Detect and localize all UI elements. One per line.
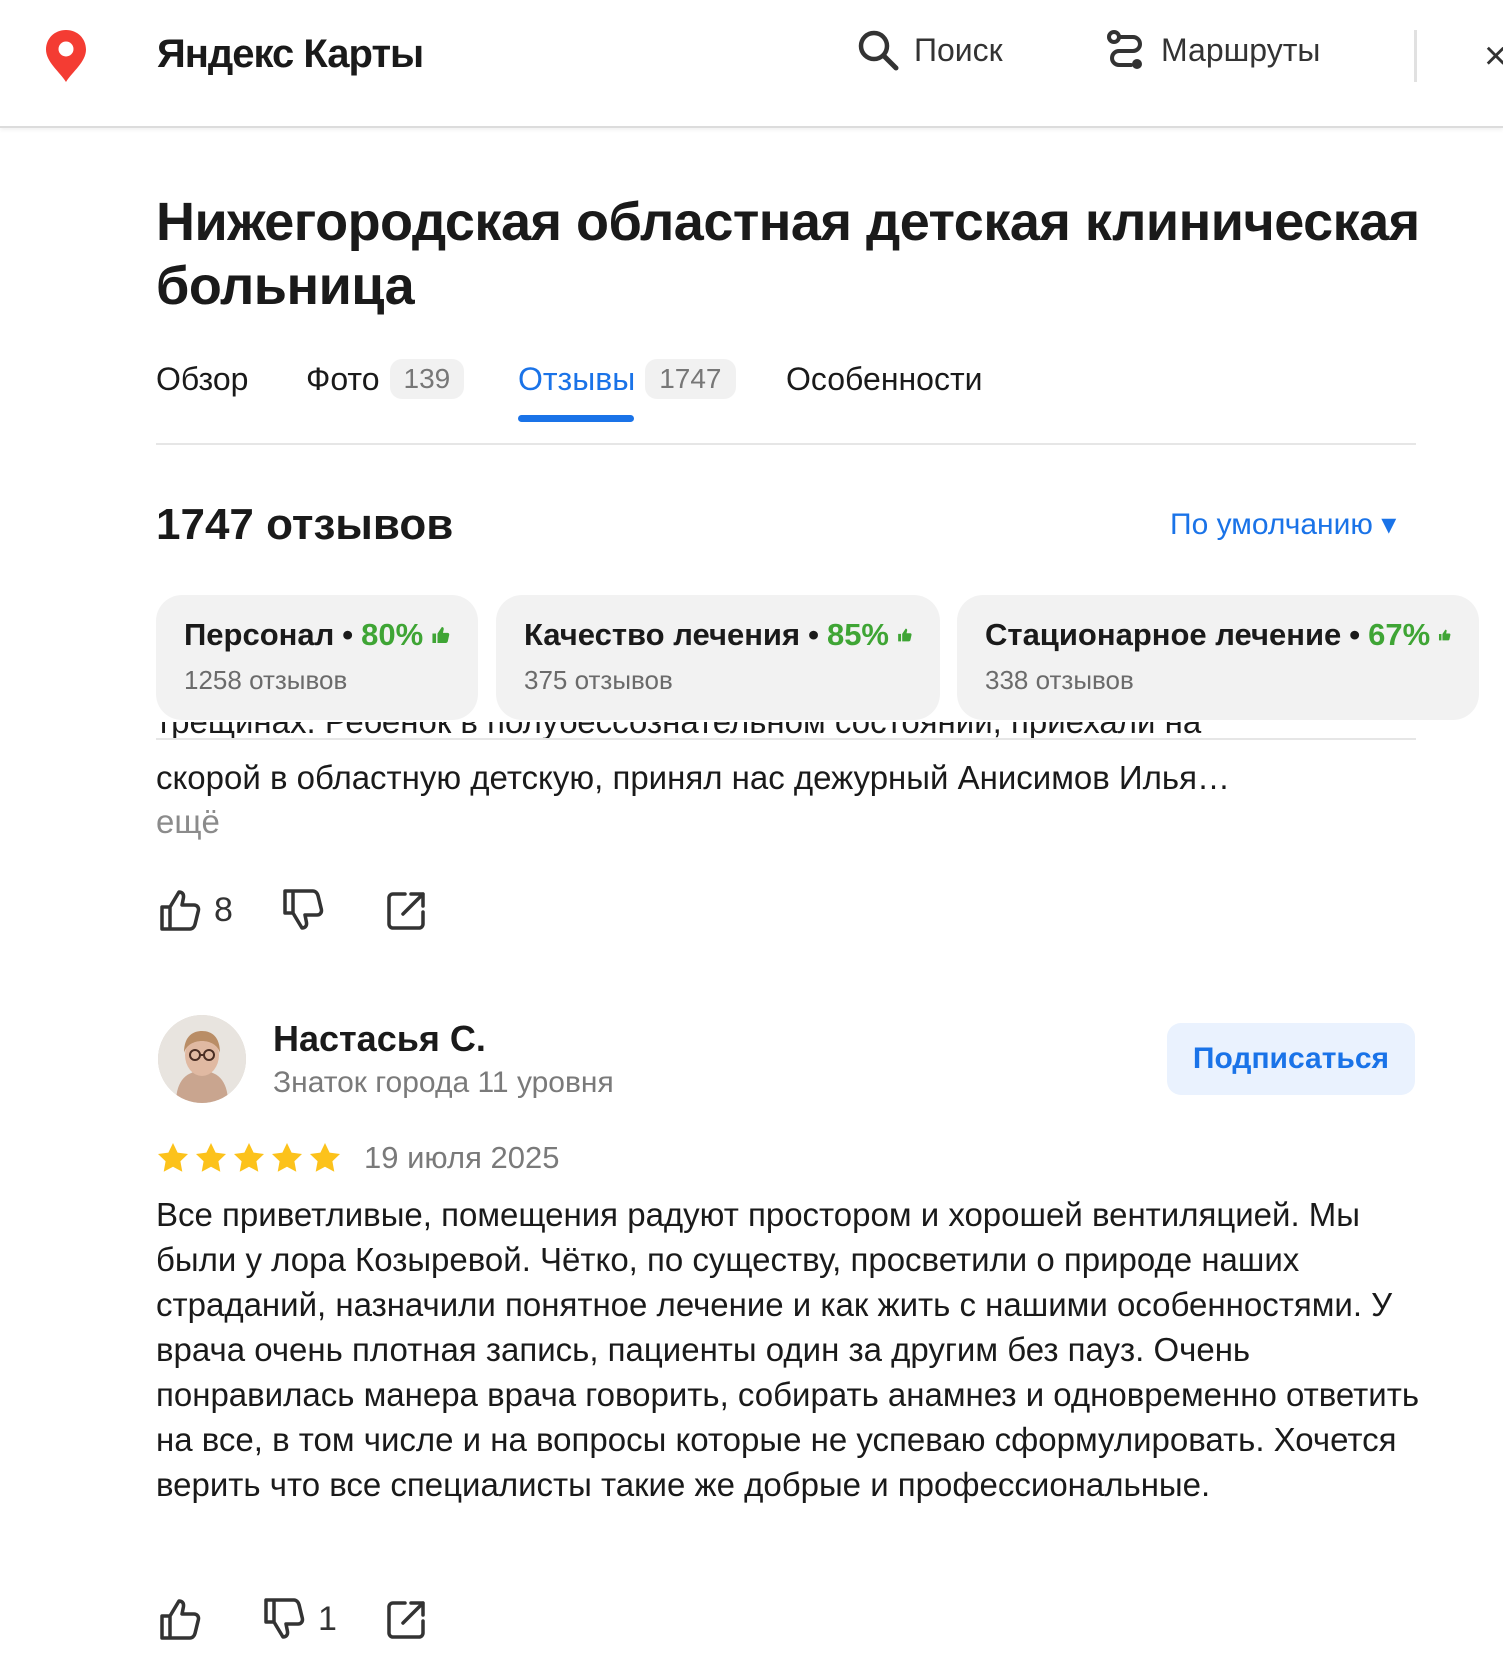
share-icon <box>387 1601 425 1639</box>
nav-divider <box>1414 30 1417 82</box>
sort-dropdown[interactable]: По умолчанию ▾ <box>1170 507 1396 542</box>
separator-dot: • <box>342 617 354 652</box>
share-button[interactable] <box>383 1595 431 1643</box>
routes-label: Маршруты <box>1161 31 1321 68</box>
top-bar: Яндекс Карты Поиск Маршруты × <box>0 0 1503 128</box>
like-button[interactable]: 8 <box>156 886 233 934</box>
search-label: Поиск <box>914 31 1003 68</box>
share-button[interactable] <box>383 886 431 934</box>
show-more-link[interactable]: ещё <box>156 803 220 841</box>
aspect-percent: 85% <box>826 617 889 652</box>
search-icon <box>858 30 899 71</box>
rating-stars <box>156 1141 342 1175</box>
avatar[interactable] <box>158 1015 246 1103</box>
aspect-name: Стационарное лечение <box>985 617 1342 652</box>
review-text: Все приветливые, помещения радуют просто… <box>156 1196 1420 1503</box>
star-icon <box>158 1143 188 1172</box>
aspect-name: Персонал <box>184 617 335 652</box>
aspect-reviews-count: 1258 отзывов <box>184 665 348 695</box>
tab-reviews[interactable]: Отзывы 1747 <box>518 355 736 403</box>
aspect-name: Качество лечения <box>524 617 801 652</box>
tab-label: Отзывы <box>518 360 636 397</box>
aspect-percent: 67% <box>1368 617 1431 652</box>
review-actions: 8 <box>156 885 477 935</box>
aspect-reviews-count: 338 отзывов <box>985 665 1134 695</box>
tab-photo[interactable]: Фото 139 <box>306 355 465 403</box>
aspect-chip-treatment-quality[interactable]: Качество лечения • 85% 375 отзывов <box>496 595 940 720</box>
reviews-count-title: 1747 отзывов <box>156 500 454 549</box>
aspect-reviews-count: 375 отзывов <box>524 665 673 695</box>
tab-label: Обзор <box>156 360 249 397</box>
tab-label: Особенности <box>786 360 983 397</box>
aspect-chip-inpatient[interactable]: Стационарное лечение • 67% 338 отзывов <box>957 595 1479 720</box>
author-name[interactable]: Настасья С. <box>273 1018 486 1060</box>
routes-button[interactable]: Маршруты <box>1105 28 1320 72</box>
tab-features[interactable]: Особенности <box>786 355 982 403</box>
star-icon <box>196 1143 226 1172</box>
tab-label: Фото <box>306 360 380 397</box>
search-button[interactable]: Поиск <box>856 28 1003 72</box>
separator-dot: • <box>808 617 819 652</box>
brand-title[interactable]: Яндекс Карты <box>157 32 424 77</box>
organization-title: Нижегородская областная детская клиничес… <box>156 192 1420 316</box>
divider <box>156 738 1416 740</box>
dislike-count: 1 <box>318 1599 337 1638</box>
dislike-button[interactable] <box>279 886 337 934</box>
aspect-chip-staff[interactable]: Персонал • 80% 1258 отзывов <box>156 595 478 720</box>
maps-pin-logo-icon[interactable] <box>42 28 90 84</box>
route-icon <box>1107 30 1142 69</box>
thumbs-up-icon <box>160 1599 201 1640</box>
star-icon <box>234 1143 264 1172</box>
aspect-percent: 80% <box>361 617 424 652</box>
star-icon <box>272 1143 302 1172</box>
review-date: 19 июля 2025 <box>364 1140 560 1175</box>
thumbs-up-icon <box>432 627 450 643</box>
like-count: 8 <box>214 890 233 929</box>
like-button[interactable] <box>156 1595 214 1643</box>
tabs-bar: Обзор Фото 139 Отзывы 1747 Особенности <box>156 355 1416 445</box>
thumbs-down-icon <box>283 889 324 930</box>
tab-count-badge: 139 <box>389 359 465 399</box>
review-text: скорой в областную детскую, принял нас д… <box>156 759 1230 796</box>
review-actions: 1 <box>156 1594 477 1644</box>
separator-dot: • <box>1349 617 1361 652</box>
tab-overview[interactable]: Обзор <box>156 355 248 403</box>
thumbs-up-icon <box>898 628 912 642</box>
active-tab-indicator <box>518 415 634 422</box>
tab-count-badge: 1747 <box>645 359 736 399</box>
share-icon <box>387 892 425 930</box>
star-icon <box>310 1143 340 1172</box>
thumbs-up-icon <box>1439 629 1451 641</box>
dislike-button[interactable]: 1 <box>260 1595 337 1643</box>
subscribe-button[interactable]: Подписаться <box>1167 1023 1415 1095</box>
close-icon[interactable]: × <box>1484 34 1503 79</box>
author-level: Знаток города 11 уровня <box>273 1066 614 1099</box>
thumbs-up-icon <box>160 890 201 931</box>
thumbs-down-icon <box>264 1598 305 1639</box>
